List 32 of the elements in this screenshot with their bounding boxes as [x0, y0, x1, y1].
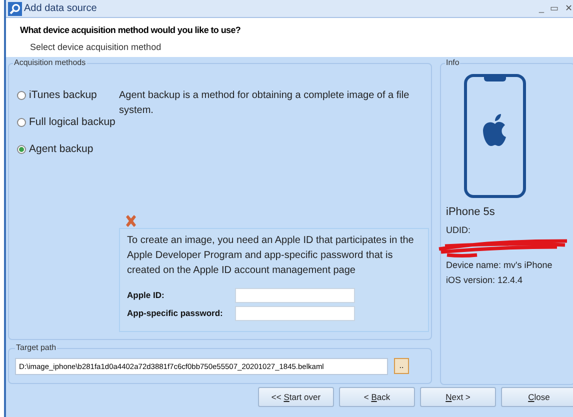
close-button[interactable]: ✕: [565, 4, 573, 13]
method-description: Agent backup is a method for obtaining a complete image of a file system.: [119, 89, 410, 118]
group-label: Target path: [15, 342, 58, 354]
header-subtitle: Select device acquisition method: [30, 40, 162, 54]
header-title: What device acquisition method would you like to use?: [20, 24, 242, 37]
minimize-button[interactable]: _: [538, 4, 544, 13]
error-icon: [124, 214, 138, 228]
notice-text: To create an image, you need an Apple ID that participates in the Apple Developer Program and app-specific password that is created on the Apple ID account management page: [127, 234, 415, 278]
radio-button[interactable]: [17, 144, 26, 154]
udid-label: UDID:: [446, 224, 472, 236]
phone-icon: [464, 74, 526, 198]
field-label: Apple ID:: [127, 289, 166, 302]
field-label: App-specific password:: [127, 307, 224, 320]
radio-button[interactable]: [17, 91, 26, 100]
wizard-button[interactable]: < Back: [339, 387, 415, 407]
radio-option[interactable]: Agent backup: [17, 142, 119, 158]
device-model: iPhone 5s: [446, 205, 496, 220]
wizard-button[interactable]: Next >: [420, 387, 496, 407]
browse-button[interactable]: ..: [394, 358, 409, 374]
input-field[interactable]: [235, 288, 355, 303]
input-field[interactable]: [235, 306, 355, 321]
radio-option[interactable]: iTunes backup: [17, 88, 119, 104]
maximize-button[interactable]: ▭: [550, 4, 559, 13]
device-name: Device name: mv's iPhone: [446, 259, 554, 272]
radio-button[interactable]: [17, 118, 26, 128]
wizard-button[interactable]: << Start over: [258, 387, 334, 407]
ios-version: iOS version: 12.4.4: [446, 274, 524, 286]
group-label: Acquisition methods: [13, 57, 87, 69]
radio-option[interactable]: Full logical backup: [17, 114, 119, 130]
wizard-button[interactable]: Close: [501, 387, 573, 407]
search-icon: [8, 2, 22, 16]
window-title: Add data source: [24, 2, 97, 16]
